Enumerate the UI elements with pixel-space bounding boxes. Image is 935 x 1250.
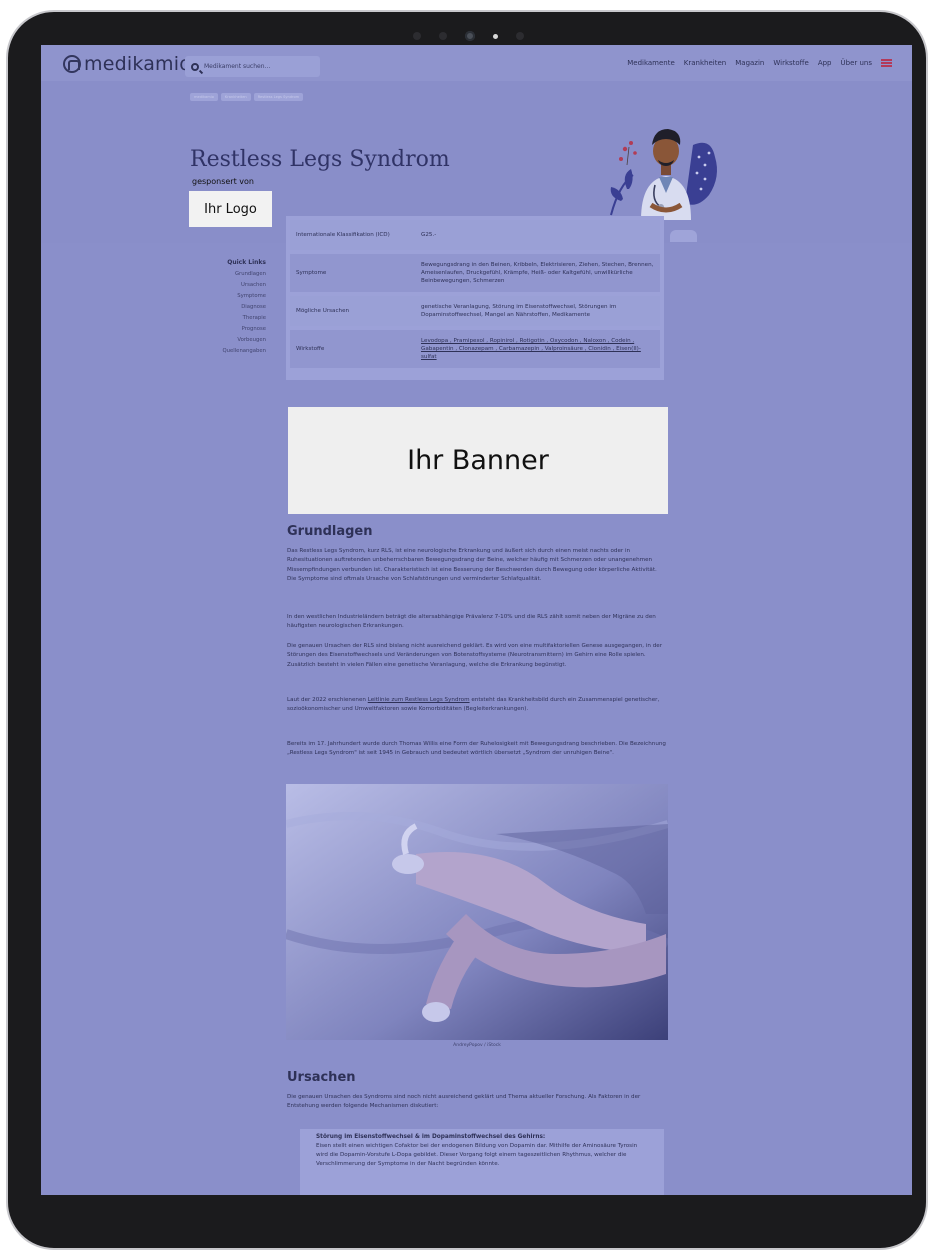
camera-icon bbox=[464, 31, 475, 41]
quick-link-quellenangaben[interactable]: Quellenangaben bbox=[181, 346, 266, 357]
paragraph: Die genauen Ursachen des Syndroms sind n… bbox=[287, 1094, 641, 1110]
info-key: Symptome bbox=[296, 270, 327, 276]
paragraph-text: Laut der 2022 erschienenen bbox=[287, 697, 368, 703]
quick-links-title: Quick Links bbox=[227, 259, 266, 266]
info-row-symptome: Symptome Bewegungsdrang in den Beinen, K… bbox=[290, 254, 660, 292]
info-table: Internationale Klassifikation (ICD) G25.… bbox=[286, 216, 664, 380]
breadcrumb: medikamio Krankheiten Restless Legs Synd… bbox=[190, 93, 304, 101]
breadcrumb-item[interactable]: Krankheiten bbox=[220, 93, 251, 101]
main-nav: Medikamente Krankheiten Magazin Wirkstof… bbox=[627, 59, 892, 67]
sponsor-logo-text: Ihr Logo bbox=[204, 201, 257, 217]
callout-text: Eisen stellt einen wichtigen Cofaktor be… bbox=[316, 1143, 638, 1168]
hamburger-menu-icon[interactable] bbox=[881, 59, 892, 67]
page-title: Restless Legs Syndrom bbox=[190, 147, 450, 172]
nav-item-ueber-uns[interactable]: Über uns bbox=[841, 59, 873, 67]
quick-link-therapie[interactable]: Therapie bbox=[181, 313, 266, 324]
info-key: Wirkstoffe bbox=[296, 346, 325, 352]
doctor-illustration bbox=[610, 129, 717, 220]
search-placeholder: Medikament suchen... bbox=[204, 63, 271, 70]
photo-caption: AndreyPopov / iStock bbox=[453, 1043, 501, 1048]
search-icon bbox=[191, 62, 199, 71]
sensor-dot bbox=[515, 32, 524, 40]
paragraph: In den westlichen Industrieländern beträ… bbox=[287, 614, 656, 630]
paragraph: Bereits im 17. Jahrhundert wurde durch T… bbox=[287, 741, 666, 757]
site-logo[interactable]: medikamio bbox=[63, 53, 191, 75]
quick-links: Quick Links Grundlagen Ursachen Symptome… bbox=[181, 259, 266, 357]
info-row-icd: Internationale Klassifikation (ICD) G25.… bbox=[290, 220, 660, 250]
sponsor-logo-placeholder[interactable]: Ihr Logo bbox=[189, 191, 272, 227]
info-key: Internationale Klassifikation (ICD) bbox=[296, 232, 390, 238]
nav-item-wirkstoffe[interactable]: Wirkstoffe bbox=[773, 59, 808, 67]
quick-link-grundlagen[interactable]: Grundlagen bbox=[181, 269, 266, 280]
guideline-link[interactable]: Leitlinie zum Restless Legs Syndrom bbox=[368, 697, 470, 703]
search-input[interactable]: Medikament suchen... bbox=[185, 56, 320, 77]
quick-link-prognose[interactable]: Prognose bbox=[181, 324, 266, 335]
wirkstoffe-links[interactable]: Levodopa , Pramipexol , Ropinirol , Roti… bbox=[421, 337, 654, 361]
nav-item-krankheiten[interactable]: Krankheiten bbox=[684, 59, 726, 67]
info-value: Bewegungsdrang in den Beinen, Kribbeln, … bbox=[421, 262, 654, 284]
banner-placeholder[interactable]: Ihr Banner bbox=[288, 407, 668, 514]
quick-link-diagnose[interactable]: Diagnose bbox=[181, 302, 266, 313]
info-row-ursachen: Mögliche Ursachen genetische Veranlagung… bbox=[290, 296, 660, 326]
logo-icon bbox=[63, 55, 81, 73]
paragraph: Laut der 2022 erschienenen Leitlinie zum… bbox=[287, 696, 667, 715]
info-value: G25.- bbox=[421, 232, 437, 238]
led-indicator bbox=[492, 33, 498, 39]
info-row-wirkstoffe: Wirkstoffe Levodopa , Pramipexol , Ropin… bbox=[290, 330, 660, 368]
info-key: Mögliche Ursachen bbox=[296, 308, 350, 314]
section-heading-ursachen: Ursachen bbox=[287, 1070, 356, 1085]
nav-item-magazin[interactable]: Magazin bbox=[735, 59, 764, 67]
breadcrumb-item[interactable]: medikamio bbox=[190, 93, 218, 101]
nav-item-app[interactable]: App bbox=[818, 59, 832, 67]
section-heading-grundlagen: Grundlagen bbox=[287, 524, 373, 539]
sponsor-label: gesponsert von bbox=[192, 177, 254, 186]
callout-title: Störung im Eisenstoffwechsel & im Dopami… bbox=[316, 1134, 546, 1140]
info-card-tab bbox=[670, 230, 697, 242]
camera-bar bbox=[398, 26, 538, 46]
nav-item-medikamente[interactable]: Medikamente bbox=[627, 59, 675, 67]
quick-link-vorbeugen[interactable]: Vorbeugen bbox=[181, 335, 266, 346]
sensor-dot bbox=[438, 32, 447, 40]
main-content: Quick Links Grundlagen Ursachen Symptome… bbox=[41, 216, 912, 1195]
info-value: genetische Veranlagung, Störung im Eisen… bbox=[421, 304, 617, 318]
article-photo bbox=[286, 784, 668, 1040]
cause-callout: Störung im Eisenstoffwechsel & im Dopami… bbox=[300, 1129, 664, 1195]
quick-link-symptome[interactable]: Symptome bbox=[181, 291, 266, 302]
paragraph: Die genauen Ursachen der RLS sind bislan… bbox=[287, 643, 663, 668]
screen: medikamio Medikament suchen... Medikamen… bbox=[41, 45, 912, 1195]
logo-text: medikamio bbox=[84, 53, 192, 75]
header: medikamio Medikament suchen... Medikamen… bbox=[41, 45, 912, 81]
paragraph: Das Restless Legs Syndrom, kurz RLS, ist… bbox=[287, 548, 657, 583]
breadcrumb-item[interactable]: Restless Legs Syndrom bbox=[253, 93, 304, 101]
banner-text: Ihr Banner bbox=[407, 445, 549, 476]
quick-link-ursachen[interactable]: Ursachen bbox=[181, 280, 266, 291]
sensor-dot bbox=[412, 32, 421, 40]
